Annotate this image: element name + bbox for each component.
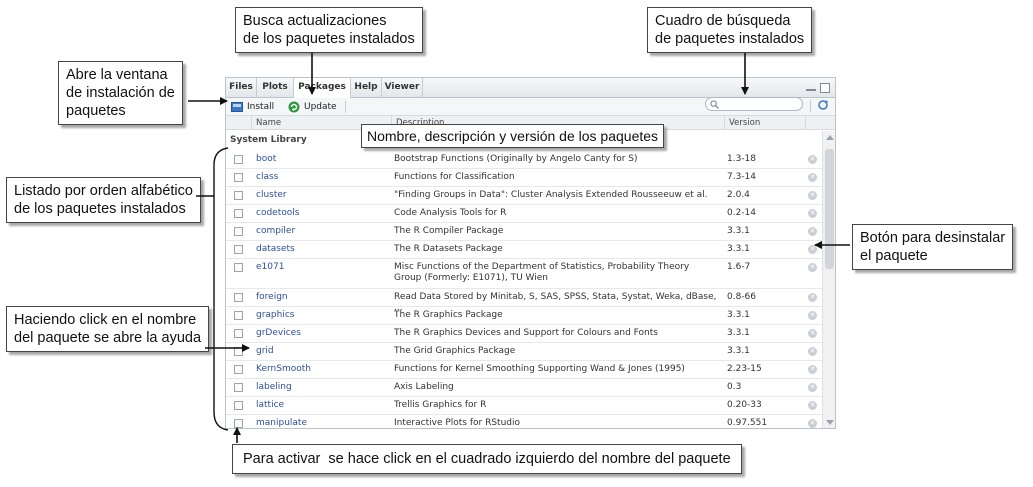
list-bracket bbox=[213, 147, 229, 431]
annotation-arrows bbox=[188, 53, 850, 443]
